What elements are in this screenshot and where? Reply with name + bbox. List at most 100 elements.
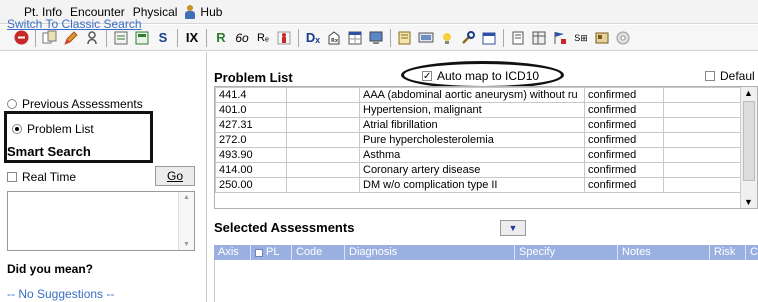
figure-icon[interactable] [276, 29, 292, 47]
col-pl[interactable]: PL [251, 245, 292, 260]
scroll-thumb[interactable] [743, 101, 755, 181]
code-cell[interactable]: 250.00 [215, 177, 287, 193]
blank-cell[interactable] [663, 162, 743, 178]
blank-cell[interactable] [286, 132, 360, 148]
user-icon[interactable] [84, 29, 100, 47]
table-row[interactable]: 272.0 Pure hypercholesterolemia confirmed [215, 132, 743, 148]
grid-icon[interactable] [347, 29, 363, 47]
doc-icon[interactable] [397, 29, 413, 47]
calendar-icon[interactable] [481, 29, 497, 47]
description-cell[interactable]: Pure hypercholesterolemia [359, 132, 585, 148]
textarea-scrollbar[interactable]: ▲ ▼ [178, 192, 194, 250]
problem-list-scrollbar[interactable]: ▲ ▼ [740, 87, 757, 208]
flag-icon[interactable] [552, 29, 568, 47]
status-cell[interactable]: confirmed [584, 87, 664, 103]
status-cell[interactable]: confirmed [584, 162, 664, 178]
scroll-down-arrow-icon[interactable]: ▼ [183, 241, 190, 248]
checkbox[interactable] [705, 71, 715, 81]
table-row[interactable]: 250.00 DM w/o complication type II confirm… [215, 177, 743, 193]
scroll-up-arrow-icon[interactable]: ▲ [744, 88, 753, 98]
default-checkbox[interactable]: Defaul [705, 69, 755, 83]
lamp-icon[interactable] [439, 29, 455, 47]
notes-icon[interactable] [113, 29, 129, 47]
code-cell[interactable]: 401.0 [215, 102, 287, 118]
list-icon[interactable]: S⊞ [573, 29, 589, 47]
page-icon[interactable] [510, 29, 526, 47]
code-cell[interactable]: 427.31 [215, 117, 287, 133]
table-icon[interactable] [531, 29, 547, 47]
scroll-up-arrow-icon[interactable]: ▲ [183, 194, 190, 201]
re-icon[interactable]: Rₑ [255, 29, 271, 47]
col-diagnosis[interactable]: Diagnosis [345, 245, 515, 260]
radio-previous-assessments[interactable]: Previous Assessments [7, 97, 143, 111]
blank-cell[interactable] [286, 177, 360, 193]
glasses-icon[interactable]: 6o [234, 29, 250, 47]
switch-classic-search-link[interactable]: Switch To Classic Search [7, 17, 142, 31]
blank-cell[interactable] [663, 117, 743, 133]
table-row[interactable]: 427.31 Atrial fibrillation confirmed [215, 117, 743, 133]
description-cell[interactable]: Coronary artery disease [359, 162, 585, 178]
col-notes[interactable]: Notes [618, 245, 710, 260]
s-icon[interactable]: S [155, 29, 171, 47]
blank-cell[interactable] [663, 147, 743, 163]
table-row[interactable]: 493.90 Asthma confirmed [215, 147, 743, 163]
blank-cell[interactable] [286, 87, 360, 103]
radio-button[interactable] [7, 99, 17, 109]
table-row[interactable]: 401.0 Hypertension, malignant confirmed [215, 102, 743, 118]
blank-cell[interactable] [663, 132, 743, 148]
blank-cell[interactable] [663, 177, 743, 193]
assessments-body[interactable] [214, 260, 758, 302]
col-axis[interactable]: Axis [214, 245, 251, 260]
pane-divider[interactable] [206, 52, 207, 302]
checkbox[interactable] [7, 172, 17, 182]
ix-icon[interactable]: IX [184, 29, 200, 47]
toolbar-separator [35, 28, 36, 47]
computer-icon[interactable] [368, 29, 384, 47]
code-cell[interactable]: 493.90 [215, 147, 287, 163]
col-specify[interactable]: Specify [515, 245, 618, 260]
real-time-checkbox[interactable]: Real Time [7, 170, 76, 184]
col-c[interactable]: C [746, 245, 758, 260]
select-all-checkbox[interactable] [255, 248, 263, 257]
description-cell[interactable]: DM w/o complication type II [359, 177, 585, 193]
col-risk[interactable]: Risk [710, 245, 746, 260]
description-cell[interactable]: Atrial fibrillation [359, 117, 585, 133]
wrench-icon[interactable] [460, 29, 476, 47]
code-cell[interactable]: 414.00 [215, 162, 287, 178]
table-row[interactable]: 441.4 AAA (abdominal aortic aneurysm) wit… [215, 87, 743, 103]
blank-cell[interactable] [663, 102, 743, 118]
rx-box-icon[interactable]: Rx [326, 29, 342, 47]
status-cell[interactable]: confirmed [584, 132, 664, 148]
blank-cell[interactable] [286, 162, 360, 178]
description-cell[interactable]: Hypertension, malignant [359, 102, 585, 118]
rx-icon[interactable]: R [213, 29, 229, 47]
status-cell[interactable]: confirmed [584, 117, 664, 133]
dx-icon[interactable]: Dₓ [305, 29, 321, 47]
description-cell[interactable]: AAA (abdominal aortic aneurysm) without … [359, 87, 585, 103]
assessments-dropdown-button[interactable]: ▼ [500, 220, 526, 236]
scroll-down-arrow-icon[interactable]: ▼ [744, 197, 753, 207]
status-cell[interactable]: confirmed [584, 177, 664, 193]
calc-icon[interactable] [134, 29, 150, 47]
monitor-icon[interactable] [418, 29, 434, 47]
stop-icon[interactable] [13, 29, 29, 47]
copy-icon[interactable] [42, 29, 58, 47]
no-suggestions-text: -- No Suggestions -- [7, 287, 115, 301]
smart-search-textarea[interactable]: ▲ ▼ [7, 191, 195, 251]
blank-cell[interactable] [286, 147, 360, 163]
table-row[interactable]: 414.00 Coronary artery disease confirmed [215, 162, 743, 178]
go-button[interactable]: Go [155, 166, 195, 186]
scan-icon[interactable] [594, 29, 610, 47]
status-cell[interactable]: confirmed [584, 147, 664, 163]
menu-hub[interactable]: Hub [200, 5, 222, 19]
blank-cell[interactable] [286, 117, 360, 133]
code-cell[interactable]: 272.0 [215, 132, 287, 148]
description-cell[interactable]: Asthma [359, 147, 585, 163]
code-cell[interactable]: 441.4 [215, 87, 287, 103]
col-code[interactable]: Code [292, 245, 345, 260]
status-cell[interactable]: confirmed [584, 102, 664, 118]
pencil-icon[interactable] [63, 29, 79, 47]
blank-cell[interactable] [286, 102, 360, 118]
disc-icon[interactable] [615, 29, 631, 47]
blank-cell[interactable] [663, 87, 743, 103]
